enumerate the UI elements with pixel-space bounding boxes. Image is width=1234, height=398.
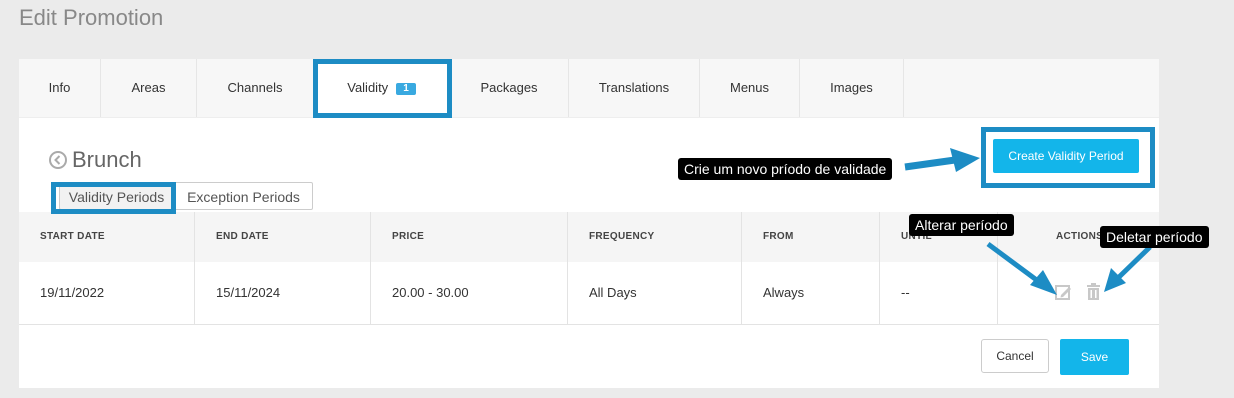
cell-actions [998, 262, 1159, 324]
edit-icon[interactable] [1055, 284, 1072, 301]
cell-frequency: All Days [568, 262, 742, 324]
col-price: PRICE [371, 212, 568, 262]
cell-start-date: 19/11/2022 [19, 262, 195, 324]
col-from: FROM [742, 212, 880, 262]
tab-validity-label: Validity [347, 80, 389, 95]
col-frequency: FREQUENCY [568, 212, 742, 262]
tab-validity[interactable]: Validity 1 [314, 59, 450, 117]
validity-count-badge: 1 [396, 83, 416, 95]
tab-translations[interactable]: Translations [569, 59, 700, 117]
callout-edit: Alterar período [909, 214, 1014, 236]
tab-menus[interactable]: Menus [700, 59, 800, 117]
tab-areas[interactable]: Areas [101, 59, 197, 117]
cell-from: Always [742, 262, 880, 324]
callout-delete: Deletar período [1100, 226, 1209, 248]
subtab-validity-periods[interactable]: Validity Periods [59, 182, 174, 210]
cancel-button[interactable]: Cancel [981, 339, 1049, 373]
create-validity-period-button[interactable]: Create Validity Period [993, 139, 1139, 173]
save-button[interactable]: Save [1060, 339, 1129, 375]
section-title: Brunch [72, 147, 142, 172]
col-start-date: START DATE [19, 212, 195, 262]
back-circle-icon[interactable] [49, 151, 67, 169]
callout-create: Crie um novo príodo de validade [678, 158, 893, 180]
tab-images[interactable]: Images [800, 59, 904, 117]
cell-price: 20.00 - 30.00 [371, 262, 568, 324]
tab-packages[interactable]: Packages [450, 59, 569, 117]
cell-until: -- [880, 262, 998, 324]
col-end-date: END DATE [195, 212, 371, 262]
cell-end-date: 15/11/2024 [195, 262, 371, 324]
trash-icon[interactable] [1086, 283, 1101, 301]
tab-channels[interactable]: Channels [197, 59, 314, 117]
tab-bar: Info Areas Channels Validity 1 Packages T… [19, 59, 1159, 118]
subtab-exception-periods[interactable]: Exception Periods [174, 182, 313, 210]
tab-info[interactable]: Info [19, 59, 101, 117]
page-title: Edit Promotion [19, 5, 164, 30]
table-row: 19/11/2022 15/11/2024 20.00 - 30.00 All … [19, 262, 1159, 325]
